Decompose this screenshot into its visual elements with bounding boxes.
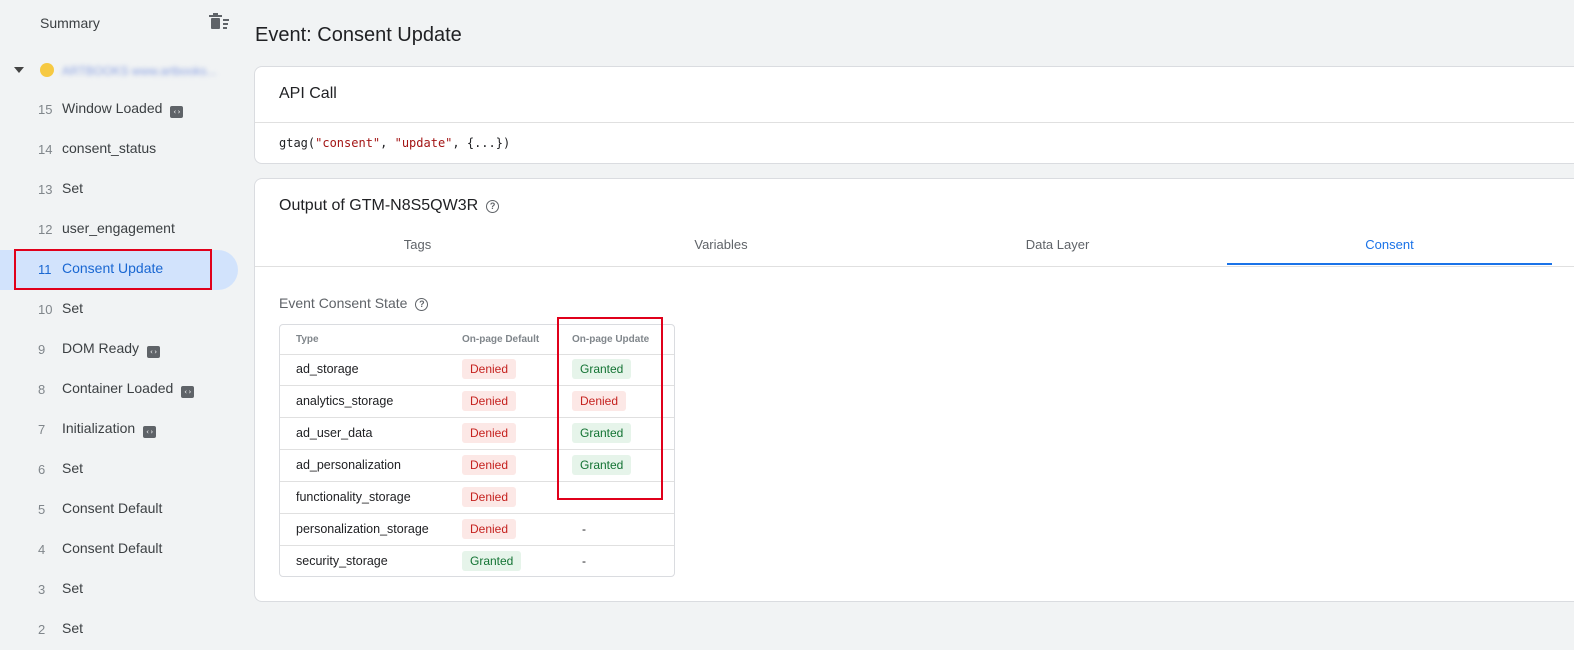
help-icon[interactable]: ? — [486, 200, 500, 213]
output-tabs: Tags Variables Data Layer Consent — [255, 225, 1574, 267]
container-row[interactable]: ARTBOOKS www.artbooks... — [0, 60, 245, 82]
event-number: 12 — [38, 222, 53, 237]
summary-heading[interactable]: Summary — [40, 15, 100, 31]
tab-consent[interactable]: Consent — [1227, 225, 1552, 265]
event-number: 10 — [38, 302, 53, 317]
column-header-type: Type — [296, 334, 319, 345]
empty-value: - — [582, 522, 586, 536]
event-number: 4 — [38, 542, 46, 557]
api-call-title: API Call — [279, 85, 337, 102]
event-label: Set — [62, 180, 84, 196]
event-number: 14 — [38, 142, 53, 157]
event-label: Container Loaded ‹› — [62, 380, 195, 398]
event-number: 5 — [38, 502, 46, 517]
event-number: 9 — [38, 342, 46, 357]
api-call-code: gtag("consent", "update", {...}) — [279, 136, 511, 150]
consent-type: ad_personalization — [296, 458, 401, 472]
consent-type: ad_storage — [296, 362, 359, 376]
table-row: security_storage Granted - — [280, 546, 674, 577]
highlight-box-selected-event — [14, 249, 212, 290]
consent-type: security_storage — [296, 554, 388, 568]
sidebar-item[interactable]: 12 user_engagement — [0, 210, 238, 250]
event-label: Set — [62, 620, 84, 636]
sidebar-item[interactable]: 13 Set — [0, 170, 238, 210]
sidebar-item[interactable]: 3 Set — [0, 570, 238, 610]
table-row: personalization_storage Denied - — [280, 514, 674, 546]
sidebar-item[interactable]: 9 DOM Ready ‹› — [0, 330, 238, 370]
denied-badge: Denied — [462, 423, 517, 443]
code-tag-icon: ‹› — [143, 426, 157, 438]
event-label: user_engagement — [62, 220, 175, 236]
consent-type: personalization_storage — [296, 522, 429, 536]
event-consent-state-title: Event Consent State? — [279, 295, 429, 311]
divider — [255, 122, 1574, 123]
sidebar: Summary ARTBOOKS www.artbooks... 15 Windo… — [0, 0, 245, 649]
sidebar-item[interactable]: 10 Set — [0, 290, 238, 330]
event-number: 2 — [38, 622, 46, 637]
help-icon[interactable]: ? — [415, 298, 429, 311]
container-status-icon — [40, 63, 54, 77]
tab-tags[interactable]: Tags — [255, 225, 580, 265]
api-call-card: API Call gtag("consent", "update", {...}… — [254, 66, 1574, 164]
tab-variables[interactable]: Variables — [561, 225, 881, 265]
consent-type: analytics_storage — [296, 394, 394, 408]
code-tag-icon: ‹› — [170, 106, 184, 118]
column-header-default: On-page Default — [462, 334, 540, 345]
event-label: Window Loaded ‹› — [62, 100, 184, 118]
event-label: consent_status — [62, 140, 157, 156]
event-label: Set — [62, 300, 84, 316]
denied-badge: Denied — [462, 487, 517, 507]
event-number: 8 — [38, 382, 46, 397]
sidebar-item[interactable]: 8 Container Loaded ‹› — [0, 370, 238, 410]
event-label: Consent Default — [62, 540, 163, 556]
empty-value: - — [582, 554, 586, 568]
event-number: 13 — [38, 182, 53, 197]
event-number: 3 — [38, 582, 46, 597]
code-tag-icon: ‹› — [147, 346, 161, 358]
sidebar-item[interactable]: 7 Initialization ‹› — [0, 410, 238, 450]
sidebar-item[interactable]: 2 Set — [0, 610, 238, 650]
highlight-box-update-column — [557, 317, 663, 500]
event-label: Set — [62, 580, 84, 596]
expand-caret-icon[interactable] — [14, 67, 24, 73]
page-title: Event: Consent Update — [255, 24, 462, 46]
denied-badge: Denied — [462, 455, 517, 475]
sidebar-item[interactable]: 14 consent_status — [0, 130, 238, 170]
sidebar-item[interactable]: 6 Set — [0, 450, 238, 490]
denied-badge: Denied — [462, 359, 517, 379]
event-label: DOM Ready ‹› — [62, 340, 161, 358]
denied-badge: Denied — [462, 519, 517, 539]
container-label: ARTBOOKS www.artbooks... — [62, 64, 217, 78]
granted-badge: Granted — [462, 551, 522, 571]
clear-messages-icon[interactable] — [207, 13, 231, 33]
tab-data-layer[interactable]: Data Layer — [895, 225, 1220, 265]
event-label: Initialization ‹› — [62, 420, 157, 438]
event-label: Consent Default — [62, 500, 163, 516]
sidebar-item[interactable]: 5 Consent Default — [0, 490, 238, 530]
output-title: Output of GTM-N8S5QW3R? — [279, 197, 500, 215]
event-label: Set — [62, 460, 84, 476]
code-tag-icon: ‹› — [181, 386, 195, 398]
sidebar-item[interactable]: 15 Window Loaded ‹› — [0, 90, 238, 130]
consent-type: functionality_storage — [296, 490, 411, 504]
event-number: 6 — [38, 462, 46, 477]
sidebar-item[interactable]: 4 Consent Default — [0, 530, 238, 570]
consent-type: ad_user_data — [296, 426, 373, 440]
event-number: 7 — [38, 422, 46, 437]
output-card: Output of GTM-N8S5QW3R? Tags Variables D… — [254, 178, 1574, 602]
denied-badge: Denied — [462, 391, 517, 411]
event-number: 15 — [38, 102, 53, 117]
